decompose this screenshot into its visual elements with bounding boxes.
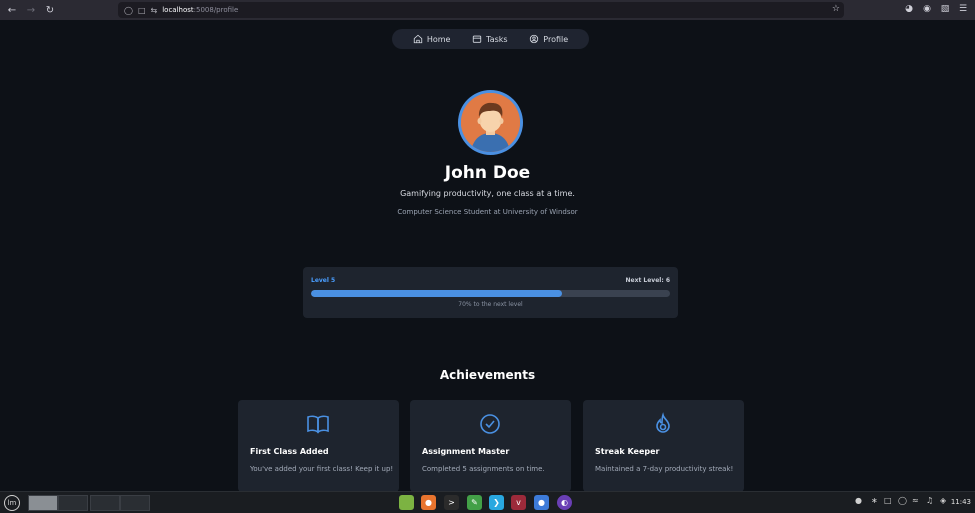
page-icon: □ bbox=[137, 5, 146, 15]
achievement-name: Streak Keeper bbox=[595, 447, 660, 456]
achievement-card: Streak Keeper Maintained a 7-day product… bbox=[583, 400, 744, 492]
tor-icon[interactable]: ◐ bbox=[557, 495, 572, 510]
network-icon[interactable]: ◈ bbox=[940, 496, 946, 505]
address-bar[interactable]: ◯ □ ⇆ localhost:5008/profile ☆ bbox=[118, 2, 844, 18]
reload-icon[interactable]: ↻ bbox=[43, 3, 57, 17]
current-level: Level 5 bbox=[311, 277, 336, 284]
terminal-icon[interactable]: > bbox=[444, 495, 459, 510]
start-menu-icon[interactable]: lm bbox=[4, 495, 20, 511]
os-taskbar: lm ● > ✎ ❯ v ● ◐ ● ∗ □ ◯ ≈ ♫ ◈ 11:43 bbox=[0, 491, 975, 513]
wifi-icon[interactable]: ≈ bbox=[912, 496, 919, 505]
achievement-description: Completed 5 assignments on time. bbox=[422, 465, 545, 473]
extension-icon[interactable]: ◉ bbox=[921, 3, 933, 15]
volume-icon[interactable]: ♫ bbox=[926, 496, 933, 505]
back-icon[interactable]: ← bbox=[5, 3, 19, 17]
profile-icon bbox=[530, 34, 539, 44]
clipboard-icon[interactable]: □ bbox=[884, 496, 892, 505]
avatar bbox=[458, 90, 523, 155]
vscode-icon[interactable]: ❯ bbox=[489, 495, 504, 510]
editor-icon[interactable]: ✎ bbox=[467, 495, 482, 510]
workspace-1[interactable] bbox=[28, 495, 58, 511]
nav-profile[interactable]: Profile bbox=[529, 34, 568, 44]
tasks-icon bbox=[472, 35, 482, 43]
bluetooth-icon[interactable]: ∗ bbox=[871, 496, 878, 505]
achievements-heading: Achievements bbox=[439, 368, 536, 382]
profile-name: John Doe bbox=[444, 163, 531, 183]
book-open-icon bbox=[307, 415, 329, 434]
pocket-icon[interactable]: ◕ bbox=[903, 3, 915, 15]
bookmark-star-icon[interactable]: ☆ bbox=[832, 4, 840, 14]
permissions-icon: ⇆ bbox=[150, 5, 158, 15]
achievement-name: First Class Added bbox=[250, 447, 329, 456]
next-level: Next Level: 6 bbox=[625, 277, 670, 284]
achievement-card: First Class Added You've added your firs… bbox=[238, 400, 399, 492]
workspace-3[interactable] bbox=[90, 495, 120, 511]
profile-tagline: Gamifying productivity, one class at a t… bbox=[400, 189, 575, 198]
browser-toolbar: ← → ↻ ◯ □ ⇆ localhost:5008/profile ☆ ◕ ◉… bbox=[0, 0, 975, 20]
vm-icon[interactable]: v bbox=[511, 495, 526, 510]
profile-subtitle: Computer Science Student at University o… bbox=[397, 208, 578, 216]
check-circle-icon bbox=[480, 414, 500, 434]
workspace-2[interactable] bbox=[58, 495, 88, 511]
flame-icon bbox=[656, 412, 670, 433]
files-icon[interactable] bbox=[399, 495, 414, 510]
home-icon bbox=[413, 34, 423, 44]
url-text: localhost:5008/profile bbox=[162, 6, 239, 14]
menu-icon[interactable]: ☰ bbox=[957, 3, 969, 15]
puzzle-icon[interactable]: ▧ bbox=[939, 3, 951, 15]
level-progress-bar bbox=[311, 290, 670, 297]
nav-tasks-label: Tasks bbox=[486, 34, 508, 44]
nav-tasks[interactable]: Tasks bbox=[472, 34, 508, 44]
achievement-card: Assignment Master Completed 5 assignment… bbox=[410, 400, 571, 492]
achievement-name: Assignment Master bbox=[422, 447, 510, 456]
achievement-description: You've added your first class! Keep it u… bbox=[250, 465, 394, 473]
level-progress-fill bbox=[311, 290, 563, 297]
shield-icon: ◯ bbox=[124, 5, 133, 15]
discord-icon[interactable]: ● bbox=[534, 495, 549, 510]
nav-profile-label: Profile bbox=[543, 34, 569, 44]
achievement-description: Maintained a 7-day productivity streak! bbox=[595, 465, 734, 473]
shield-tray-icon[interactable]: ◯ bbox=[898, 496, 907, 505]
avatar-illustration bbox=[461, 93, 520, 152]
clock: 11:43 bbox=[950, 498, 971, 506]
firefox-icon[interactable]: ● bbox=[421, 495, 436, 510]
forward-icon[interactable]: → bbox=[24, 3, 38, 17]
progress-label: 70% to the next level bbox=[458, 301, 523, 308]
level-card: Level 5 Next Level: 6 70% to the next le… bbox=[303, 267, 678, 318]
main-nav: Home Tasks Profile bbox=[392, 29, 589, 49]
tray-app-icon[interactable]: ● bbox=[855, 496, 862, 505]
nav-home[interactable]: Home bbox=[413, 34, 451, 44]
workspace-4[interactable] bbox=[120, 495, 150, 511]
nav-home-label: Home bbox=[426, 34, 451, 44]
